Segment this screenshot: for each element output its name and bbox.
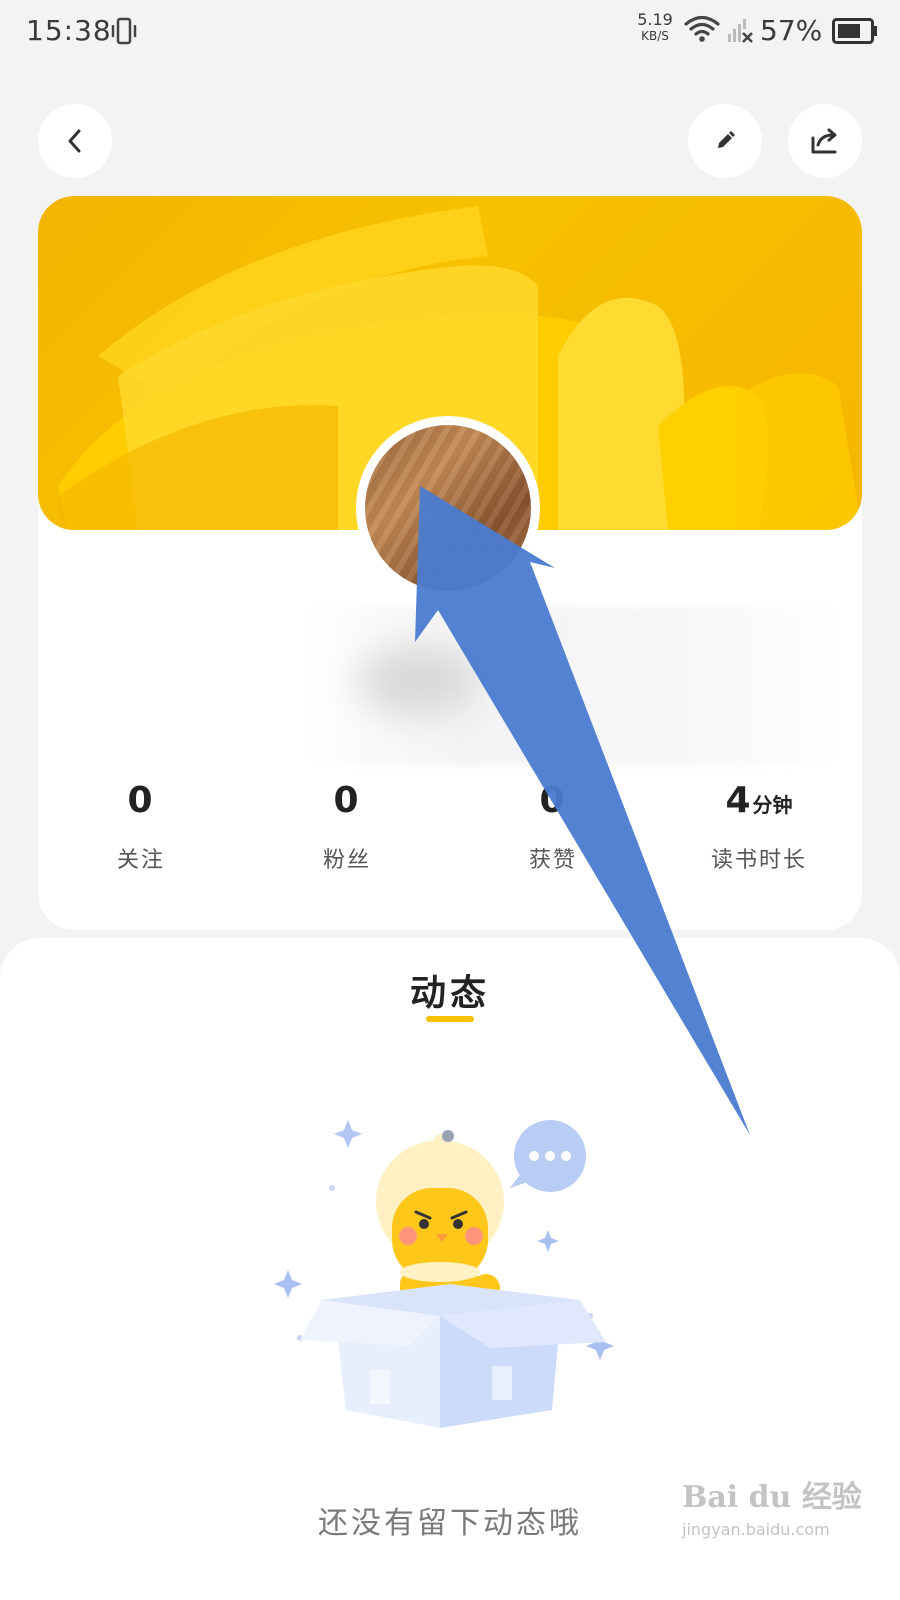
battery-icon [832,18,877,44]
watermark-logo: Bai du 经验 jingyan.baidu.com [682,1472,882,1552]
stat-label: 关注 [116,848,165,873]
share-button[interactable] [788,104,862,178]
stat-followers[interactable]: 0 粉丝 [244,776,450,886]
tab-active-indicator [426,1016,474,1022]
stat-likes[interactable]: 0 获赞 [450,776,656,886]
avatar-frame[interactable] [356,416,540,600]
signal-icon [728,19,753,43]
stat-reading-time[interactable]: 4 分钟 读书时长 [656,776,862,886]
pencil-icon [718,131,735,148]
stat-value: 0 [539,780,565,821]
chevron-left-icon [68,129,81,153]
wifi-icon [684,15,720,42]
stat-value: 4 分钟 [725,780,793,821]
stat-label: 粉丝 [322,848,371,873]
network-speed-value: 5.19 [637,10,673,29]
watermark-main: Bai du 经验 [682,1480,862,1515]
stat-following[interactable]: 0 关注 [38,776,244,886]
share-icon [811,128,837,154]
edit-profile-button[interactable] [688,104,762,178]
battery-percent: 57% [760,14,823,47]
status-time: 15:38 [26,14,112,47]
stat-label: 获赞 [528,848,577,873]
stat-value: 0 [127,780,153,821]
avatar[interactable] [365,425,531,591]
empty-box-mascot-illustration [274,1120,614,1428]
back-button[interactable] [38,104,112,178]
stat-label: 读书时长 [710,848,807,873]
blurred-user-info [298,606,848,766]
network-speed: 5.19 KB/S [630,10,680,43]
status-bar: 15:38 5.19 KB/S 57% [0,0,900,64]
stat-value: 0 [333,780,359,821]
tab-feed[interactable]: 动态 [0,964,900,1016]
profile-page: 15:38 5.19 KB/S 57% 0 关注 0 粉丝 0 获赞 4 分钟 … [0,0,900,1600]
network-speed-unit: KB/S [641,29,669,43]
vibrate-icon [111,17,137,45]
profile-card: 0 关注 0 粉丝 0 获赞 4 分钟 读书时长 [38,196,862,930]
profile-stats: 0 关注 0 粉丝 0 获赞 4 分钟 读书时长 [38,776,862,886]
watermark-url: jingyan.baidu.com [682,1520,830,1539]
